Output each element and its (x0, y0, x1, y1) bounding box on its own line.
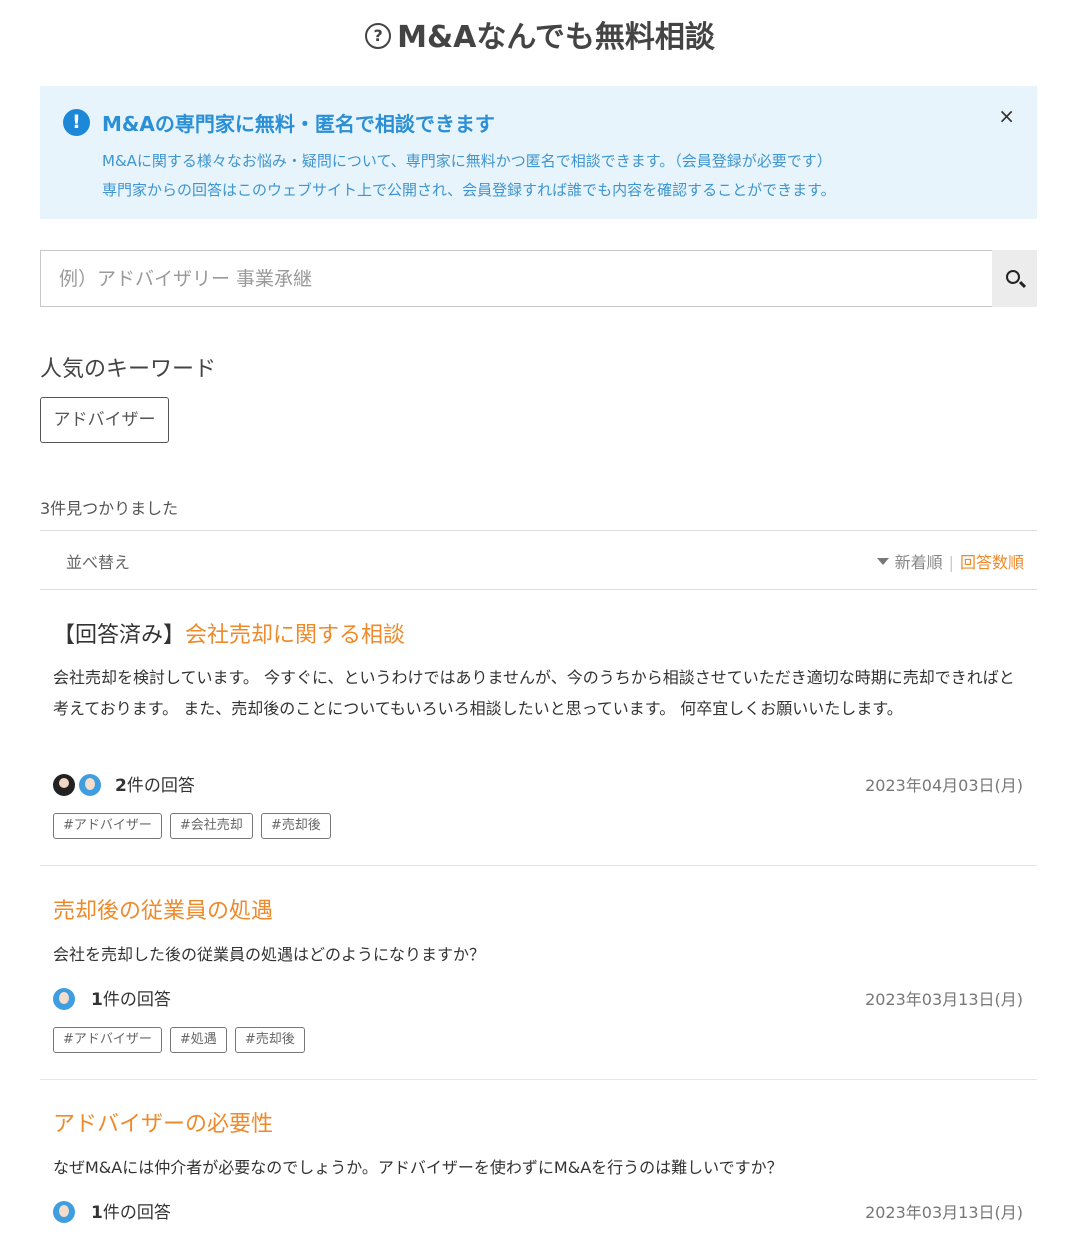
notice-line-1: M&Aに関する様々なお悩み・疑問について、専門家に無料かつ匿名で相談できます。（… (102, 152, 832, 170)
search-button[interactable] (992, 250, 1037, 307)
avatar (53, 774, 75, 796)
question-link[interactable]: 会社売却に関する相談 (185, 623, 405, 648)
tag-chip[interactable]: #アドバイザー (53, 1027, 162, 1053)
question-title: 【回答済み】会社売却に関する相談 (53, 621, 405, 651)
tag-list: #アドバイザー #会社売却 #売却後 (53, 813, 339, 839)
question-link[interactable]: アドバイザーの必要性 (53, 1112, 273, 1137)
sort-label: 並べ替え (66, 553, 131, 572)
question-item: アドバイザーの必要性 なぜM&Aには仲介者が必要なのでしょうか。アドバイザーを使… (40, 1080, 1037, 1240)
tag-chip[interactable]: #処遇 (169, 1027, 227, 1053)
exclamation-circle-icon: ! (63, 109, 90, 136)
close-icon[interactable]: × (998, 104, 1015, 128)
avatar (79, 774, 101, 796)
question-title: アドバイザーの必要性 (53, 1110, 273, 1140)
answered-prefix: 【回答済み】 (53, 623, 186, 648)
question-item: 【回答済み】会社売却に関する相談 会社売却を検討しています。 今すぐに、というわ… (40, 590, 1037, 866)
avatar (53, 988, 75, 1010)
sort-option-new[interactable]: 新着順 (895, 553, 943, 572)
tag-chip[interactable]: #売却後 (234, 1027, 305, 1053)
page-title-text: M&Aなんでも無料相談 (397, 20, 715, 55)
answer-count: 1件の回答 (91, 990, 171, 1010)
question-meta: 2件の回答 2023年04月03日(月) (53, 772, 1023, 800)
question-body: 会社売却を検討しています。 今すぐに、というわけではありませんが、今のうちから相… (53, 668, 1015, 718)
sort-options: 新着順 | 回答数順 (876, 549, 1024, 573)
tag-list: #アドバイザー #処遇 #売却後 (53, 1027, 313, 1053)
question-body: 会社を売却した後の従業員の処遇はどのようになりますか？ (53, 945, 486, 964)
tag-chip[interactable]: #アドバイザー (53, 813, 162, 839)
question-title: 売却後の従業員の処遇 (53, 897, 273, 927)
info-notice: ! M&Aの専門家に無料・匿名で相談できます M&Aに関する様々なお悩み・疑問に… (40, 86, 1037, 219)
notice-title: M&Aの専門家に無料・匿名で相談できます (102, 112, 495, 136)
search-icon (1006, 270, 1020, 284)
post-date: 2023年03月13日(月) (865, 990, 1023, 1009)
page-title: ? M&Aなんでも無料相談 (0, 0, 1080, 56)
question-circle-icon: ? (365, 22, 392, 49)
question-meta: 1件の回答 2023年03月13日(月) (53, 986, 1023, 1014)
sort-bar: 並べ替え 新着順 | 回答数順 (40, 530, 1037, 590)
notice-line-2: 専門家からの回答はこのウェブサイト上で公開され、会員登録すれば誰でも内容を確認す… (102, 181, 836, 199)
question-item: 売却後の従業員の処遇 会社を売却した後の従業員の処遇はどのようになりますか？ 1… (40, 866, 1037, 1080)
search-input[interactable] (40, 250, 992, 307)
post-date: 2023年04月03日(月) (865, 776, 1023, 795)
question-body: なぜM&Aには仲介者が必要なのでしょうか。アドバイザーを使わずにM&Aを行うのは… (53, 1158, 783, 1177)
answer-count: 2件の回答 (115, 776, 195, 796)
result-count: 3件見つかりました (40, 499, 179, 518)
keyword-tag[interactable]: アドバイザー (40, 397, 169, 443)
answer-count: 1件の回答 (91, 1203, 171, 1223)
question-meta: 1件の回答 2023年03月13日(月) (53, 1199, 1023, 1227)
question-link[interactable]: 売却後の従業員の処遇 (53, 899, 273, 924)
tag-chip[interactable]: #売却後 (260, 813, 331, 839)
post-date: 2023年03月13日(月) (865, 1203, 1023, 1222)
sort-option-answers[interactable]: 回答数順 (960, 553, 1024, 572)
tag-chip[interactable]: #会社売却 (169, 813, 253, 839)
popular-keywords-heading: 人気のキーワード (40, 357, 217, 382)
caret-down-icon (876, 558, 889, 565)
search-bar (40, 250, 1037, 307)
